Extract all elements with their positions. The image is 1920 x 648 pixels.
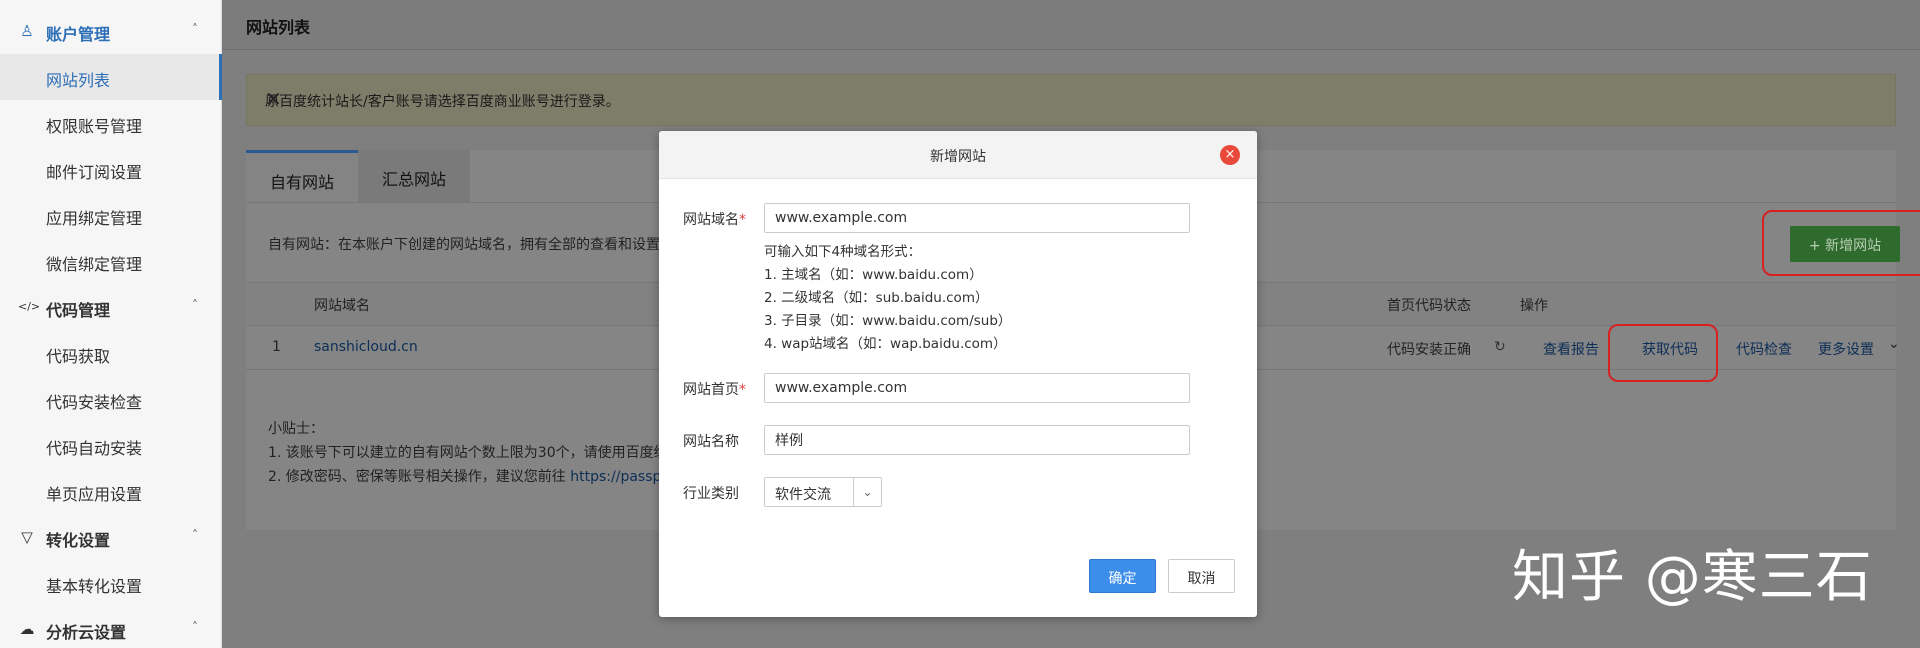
domain-input[interactable] [764, 203, 1190, 233]
add-site-dialog: 新增网站 × 网站域名* 可输入如下4种域名形式： 1. 主域名（如：www.b… [659, 131, 1257, 617]
cancel-button[interactable]: 取消 [1168, 559, 1235, 593]
sidebar-item-wechat-binding[interactable]: 微信绑定管理 [0, 238, 222, 284]
sidebar-group-label: 账户管理 [46, 25, 111, 44]
close-icon[interactable]: ✕ [265, 87, 1881, 111]
sidebar-group-label: 分析云设置 [46, 623, 127, 642]
column-status: 首页代码状态 [1387, 298, 1471, 314]
chevron-down-icon: ⌄ [853, 478, 881, 506]
cloud-icon: ☁ [19, 620, 35, 638]
site-name-label: 网站名称 [683, 434, 739, 450]
domain-label: 网站域名* [683, 212, 746, 228]
column-actions: 操作 [1520, 298, 1548, 314]
add-site-button[interactable]: + 新增网站 [1790, 226, 1900, 262]
chevron-up-icon: ˄ [192, 528, 198, 542]
filter-icon: ▽ [21, 528, 33, 546]
refresh-icon[interactable]: ↻ [1494, 339, 1506, 355]
page-title: 网站列表 [246, 18, 311, 37]
sidebar-item-code-check[interactable]: 代码安装检查 [0, 376, 222, 422]
domain-hint: 可输入如下4种域名形式： 1. 主域名（如：www.baidu.com） 2. … [764, 244, 1012, 352]
chevron-up-icon: ˄ [192, 620, 198, 634]
homepage-input[interactable] [764, 373, 1190, 403]
sidebar: ♙ 账户管理 ˄ 网站列表 权限账号管理 邮件订阅设置 应用绑定管理 微信绑定管… [0, 0, 222, 648]
code-check-link[interactable]: 代码检查 [1736, 339, 1792, 359]
more-settings-link[interactable]: 更多设置 [1818, 339, 1874, 359]
view-report-link[interactable]: 查看报告 [1543, 339, 1599, 359]
sidebar-item-site-list[interactable]: 网站列表 [0, 54, 222, 100]
sidebar-item-permission[interactable]: 权限账号管理 [0, 100, 222, 146]
homepage-label: 网站首页* [683, 382, 746, 398]
sidebar-item-auto-install[interactable]: 代码自动安装 [0, 422, 222, 468]
industry-select[interactable]: 软件交流 ⌄ [764, 477, 882, 507]
sidebar-group-analytics-cloud[interactable]: ☁ 分析云设置 ˄ [0, 606, 222, 648]
dialog-title: 新增网站 [930, 149, 986, 165]
sidebar-group-code[interactable]: </> 代码管理 ˄ [0, 284, 222, 330]
tab-description: 自有网站：在本账户下创建的网站域名，拥有全部的查看和设置权 [268, 237, 674, 253]
sidebar-item-spa[interactable]: 单页应用设置 [0, 468, 222, 514]
sidebar-group-account[interactable]: ♙ 账户管理 ˄ [0, 8, 222, 54]
sidebar-group-conversion[interactable]: ▽ 转化设置 ˄ [0, 514, 222, 560]
close-icon[interactable]: × [1220, 145, 1240, 165]
sidebar-item-app-binding[interactable]: 应用绑定管理 [0, 192, 222, 238]
user-icon: ♙ [20, 22, 34, 40]
sidebar-item-basic-conversion[interactable]: 基本转化设置 [0, 560, 222, 606]
watermark: 知乎 @寒三石 [1512, 545, 1873, 610]
tips-line: 1. 该账号下可以建立的自有网站个数上限为30个，请使用百度统 [268, 445, 668, 461]
industry-label: 行业类别 [683, 486, 739, 502]
tab-summary-sites[interactable]: 汇总网站 [358, 150, 470, 202]
sidebar-item-email[interactable]: 邮件订阅设置 [0, 146, 222, 192]
tab-own-sites[interactable]: 自有网站 [246, 150, 358, 202]
dialog-header: 新增网站 × [659, 131, 1257, 179]
tips-line: 2. 修改密码、密保等账号相关操作，建议您前往 https://passport [268, 469, 682, 485]
highlight-box [1608, 324, 1718, 382]
sidebar-item-get-code[interactable]: 代码获取 [0, 330, 222, 376]
confirm-button[interactable]: 确定 [1089, 559, 1156, 593]
tips-title: 小贴士： [268, 421, 324, 437]
code-status: 代码安装正确 [1387, 342, 1471, 358]
sidebar-group-label: 转化设置 [46, 531, 111, 550]
site-domain-link[interactable]: sanshicloud.cn [314, 339, 418, 355]
row-index: 1 [272, 339, 281, 355]
sidebar-group-label: 代码管理 [46, 301, 111, 320]
chevron-down-icon[interactable]: ⌄ [1888, 336, 1900, 352]
site-name-input[interactable] [764, 425, 1190, 455]
chevron-up-icon: ˄ [192, 22, 198, 36]
code-icon: </> [18, 300, 41, 313]
chevron-up-icon: ˄ [192, 298, 198, 312]
notice-banner: 原百度统计站长/客户账号请选择百度商业账号进行登录。 ✕ [246, 74, 1896, 126]
tips-section: 小贴士： 1. 该账号下可以建立的自有网站个数上限为30个，请使用百度统 2. … [268, 418, 681, 490]
page-header: 网站列表 [222, 0, 1920, 50]
column-domain: 网站域名 [314, 298, 370, 314]
